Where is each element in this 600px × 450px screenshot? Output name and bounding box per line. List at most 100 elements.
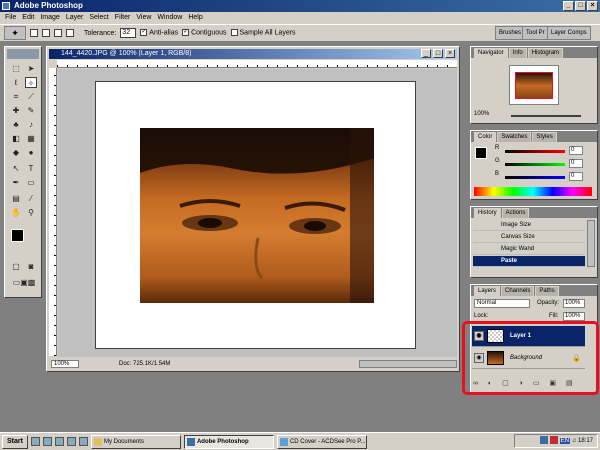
gradient-tool-icon[interactable]: ▦	[25, 133, 37, 144]
doc-close-button[interactable]: ×	[445, 49, 455, 58]
tab-channels[interactable]: Channels	[501, 286, 535, 296]
vertical-ruler[interactable]	[49, 68, 57, 356]
navigator-zoom-slider[interactable]	[511, 115, 581, 117]
intersect-selection-icon[interactable]	[66, 29, 74, 37]
tab-navigator[interactable]: Navigator	[474, 48, 508, 58]
standard-mode-icon[interactable]: ▢	[10, 261, 22, 272]
jump-to-imageready-icon[interactable]	[7, 291, 41, 297]
screen-mode-icons[interactable]: ▭▣▩	[7, 277, 41, 288]
eyedropper-tool-icon[interactable]: ⁄	[25, 193, 37, 204]
menu-image[interactable]: Image	[37, 12, 62, 24]
crop-tool-icon[interactable]: ⌗	[10, 91, 22, 102]
palette-well-brushes[interactable]: Brushes	[495, 26, 526, 40]
pen-tool-icon[interactable]: ✒	[10, 177, 22, 188]
quicklaunch-ie-icon[interactable]	[30, 437, 40, 446]
layer-photo[interactable]	[140, 128, 374, 303]
menu-help[interactable]: Help	[185, 12, 205, 24]
task-my-documents[interactable]: My Documents	[90, 434, 181, 449]
menu-window[interactable]: Window	[154, 12, 185, 24]
blue-value[interactable]: 0	[569, 172, 583, 181]
start-button[interactable]: Start	[2, 434, 28, 449]
path-selection-icon[interactable]: ↖	[10, 163, 22, 174]
blend-mode-select[interactable]: Normal	[474, 299, 530, 308]
menu-edit[interactable]: Edit	[19, 12, 37, 24]
navigator-zoom[interactable]: 100%	[474, 111, 489, 117]
quicklaunch-media-icon[interactable]	[66, 437, 76, 446]
quicklaunch-desktop-icon[interactable]	[42, 437, 52, 446]
blue-slider[interactable]	[505, 176, 565, 179]
magic-wand-tool-icon[interactable]: ✧	[25, 77, 37, 88]
tab-layers[interactable]: Layers	[474, 286, 501, 296]
clone-stamp-icon[interactable]: ♣	[10, 119, 22, 130]
speaker-icon[interactable]: ♫	[572, 438, 577, 444]
menu-file[interactable]: File	[2, 12, 19, 24]
green-slider[interactable]	[505, 163, 565, 166]
fill-input[interactable]: 100%	[563, 312, 585, 321]
red-value[interactable]: 0	[569, 146, 583, 155]
tab-actions[interactable]: Actions	[501, 208, 530, 218]
add-selection-icon[interactable]	[42, 29, 50, 37]
blur-tool-icon[interactable]: ◆	[10, 147, 22, 158]
tool-preset-picker[interactable]: ✦	[4, 26, 26, 40]
close-button[interactable]: ×	[587, 1, 598, 11]
palette-well-tool-presets[interactable]: Tool Pr	[522, 26, 549, 40]
document-title-bar[interactable]: 144_4420.JPG @ 100% (Layer 1, RGB/8) _ □…	[49, 49, 457, 59]
notes-tool-icon[interactable]: ▤	[10, 193, 22, 204]
task-acdsee[interactable]: CD Cover - ACDSee Pro P...	[276, 434, 367, 449]
maximize-button[interactable]: □	[575, 1, 586, 11]
history-brush-icon[interactable]: ♪	[25, 119, 37, 130]
new-selection-icon[interactable]	[30, 29, 38, 37]
navigator-preview[interactable]	[509, 65, 559, 105]
shape-tool-icon[interactable]: ▭	[25, 177, 37, 188]
red-slider[interactable]	[505, 150, 565, 153]
hand-tool-icon[interactable]: ✋	[10, 207, 22, 218]
brush-tool-icon[interactable]: ✎	[25, 105, 37, 116]
lasso-tool-icon[interactable]: ℓ	[10, 77, 22, 88]
history-item-active[interactable]: Paste	[473, 256, 585, 267]
document-info[interactable]: Doc: 725.1K/1.54M	[119, 359, 170, 369]
sample-all-layers-checkbox[interactable]: Sample All Layers	[230, 29, 296, 37]
horizontal-ruler[interactable]	[57, 60, 457, 68]
canvas[interactable]	[95, 81, 416, 349]
minimize-button[interactable]: _	[563, 1, 574, 11]
tray-antivirus-icon[interactable]	[550, 436, 559, 445]
healing-brush-icon[interactable]: ✚	[10, 105, 22, 116]
menu-select[interactable]: Select	[86, 12, 111, 24]
tab-info[interactable]: Info	[508, 48, 527, 58]
eraser-tool-icon[interactable]: ◧	[10, 133, 22, 144]
horizontal-scrollbar[interactable]	[359, 360, 457, 368]
history-scrollbar[interactable]	[587, 220, 595, 267]
move-tool-icon[interactable]: ➤	[25, 63, 37, 74]
type-tool-icon[interactable]: T	[25, 163, 37, 174]
history-item[interactable]: Canvas Size	[473, 232, 585, 243]
tab-paths[interactable]: Paths	[535, 286, 559, 296]
zoom-field[interactable]: 100%	[51, 360, 79, 368]
color-foreground-swatch[interactable]	[475, 147, 487, 159]
palette-well-layer-comps[interactable]: Layer Comps	[547, 26, 591, 40]
history-item[interactable]: Image Size	[473, 220, 585, 231]
menu-view[interactable]: View	[133, 12, 154, 24]
quicklaunch-photoshop-icon[interactable]	[78, 437, 88, 446]
green-value[interactable]: 0	[569, 159, 583, 168]
anti-alias-checkbox[interactable]: ✓ Anti-alias	[140, 29, 178, 37]
tab-color[interactable]: Color	[474, 132, 497, 142]
contiguous-checkbox[interactable]: ✓ Contiguous	[182, 29, 227, 37]
canvas-area[interactable]	[58, 69, 457, 357]
adobe-online-icon[interactable]	[7, 49, 39, 59]
history-item[interactable]: Magic Wand	[473, 244, 585, 255]
marquee-tool-icon[interactable]: ⬚	[10, 63, 22, 74]
tab-history[interactable]: History	[474, 208, 501, 218]
task-adobe-photoshop[interactable]: Adobe Photoshop	[183, 434, 274, 449]
tray-network-icon[interactable]	[540, 436, 549, 445]
quick-mask-icon[interactable]: ◙	[25, 261, 37, 272]
quicklaunch-outlook-icon[interactable]	[54, 437, 64, 446]
foreground-color-swatch[interactable]	[11, 229, 24, 242]
zoom-tool-icon[interactable]: ⚲	[25, 207, 37, 218]
slice-tool-icon[interactable]: ⟋	[25, 91, 37, 102]
doc-minimize-button[interactable]: _	[421, 49, 431, 58]
menu-filter[interactable]: Filter	[112, 12, 134, 24]
tab-histogram[interactable]: Histogram	[527, 48, 564, 58]
color-ramp[interactable]	[474, 187, 592, 196]
tab-styles[interactable]: Styles	[532, 132, 557, 142]
dodge-tool-icon[interactable]: ●	[25, 147, 37, 158]
